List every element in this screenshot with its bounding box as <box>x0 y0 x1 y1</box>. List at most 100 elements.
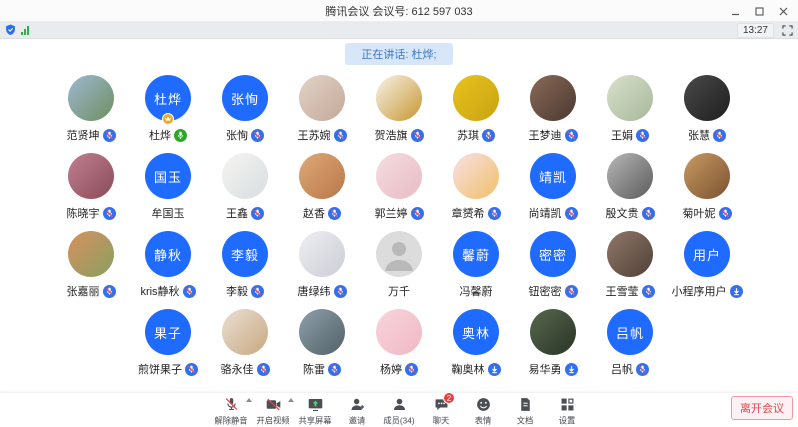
participant-tile[interactable]: 奥林 鞠奥林 <box>438 309 515 377</box>
mic-muted-icon[interactable] <box>411 207 424 220</box>
audio-disconnected-icon[interactable] <box>730 285 743 298</box>
participant-tile[interactable]: 殷文贵 <box>592 153 669 221</box>
mic-muted-icon[interactable] <box>565 129 578 142</box>
participant-tile[interactable]: 赵香 <box>284 153 361 221</box>
participant-tile[interactable]: 王雪莹 <box>592 231 669 299</box>
participant-tile[interactable]: 靖凯 尚靖凯 <box>515 153 592 221</box>
mic-muted-icon[interactable] <box>565 285 578 298</box>
participant-row: 果子 煎饼果子 骆永佳 陈雷 杨婷 奥林 <box>0 309 798 377</box>
participant-tile[interactable]: 王苏婉 <box>284 75 361 143</box>
mic-muted-icon[interactable] <box>636 129 649 142</box>
mic-muted-icon[interactable] <box>713 129 726 142</box>
mic-muted-icon[interactable] <box>183 285 196 298</box>
mic-muted-icon[interactable] <box>719 207 732 220</box>
participant-tile[interactable]: 王娟 <box>592 75 669 143</box>
participant-name: 万千 <box>388 283 410 299</box>
mic-muted-icon[interactable] <box>251 285 264 298</box>
participant-tile[interactable]: 菊叶妮 <box>669 153 746 221</box>
participant-name: 骆永佳 <box>221 361 254 377</box>
mic-muted-icon[interactable] <box>251 129 264 142</box>
participant-tile[interactable]: 贺浩旗 <box>361 75 438 143</box>
participant-tile[interactable]: 杨婷 <box>361 309 438 377</box>
participant-tile[interactable]: 章赟希 <box>438 153 515 221</box>
participant-tile[interactable]: 密密 钮密密 <box>515 231 592 299</box>
avatar <box>607 231 653 277</box>
mic-muted-icon[interactable] <box>328 207 341 220</box>
participant-tile[interactable]: 国玉 牟国玉 <box>130 153 207 221</box>
participant-tile[interactable]: 张慧 <box>669 75 746 143</box>
clock: 13:27 <box>737 23 774 38</box>
mic-muted-icon[interactable] <box>642 285 655 298</box>
audio-disconnected-icon[interactable] <box>488 363 501 376</box>
participant-tile[interactable]: 杜烨 杜烨 <box>130 75 207 143</box>
mic-active-icon[interactable] <box>174 129 187 142</box>
toolbar-chat-bubble[interactable]: 聊天 2 <box>421 394 461 426</box>
mic-muted-icon[interactable] <box>405 363 418 376</box>
toolbar-label: 解除静音 <box>214 415 247 427</box>
network-signal-icon[interactable] <box>21 26 29 35</box>
participant-tile[interactable]: 张嘉丽 <box>53 231 130 299</box>
mic-muted-icon[interactable] <box>482 129 495 142</box>
mic-muted-icon[interactable] <box>185 363 198 376</box>
participant-tile[interactable]: 王鑫 <box>207 153 284 221</box>
toolbar-members[interactable]: 成员(34) <box>379 394 419 426</box>
toolbar-share-screen[interactable]: 共享屏幕 <box>295 394 335 426</box>
avatar <box>530 309 576 355</box>
leave-meeting-button[interactable]: 离开会议 <box>731 396 793 420</box>
mic-muted-icon[interactable] <box>103 207 116 220</box>
emoji-smiley-icon <box>475 396 492 413</box>
maximize-button[interactable] <box>748 2 770 20</box>
mic-muted-icon[interactable] <box>103 129 116 142</box>
toolbar-invite-person[interactable]: 邀请 <box>337 394 377 426</box>
participant-tile[interactable]: 苏琪 <box>438 75 515 143</box>
participant-tile[interactable]: 万千 <box>361 231 438 299</box>
participant-tile[interactable]: 静秋 kris静秋 <box>130 231 207 299</box>
participant-name: 冯馨蔚 <box>460 283 493 299</box>
participant-tile[interactable]: 馨蔚 冯馨蔚 <box>438 231 515 299</box>
chevron-up-icon[interactable] <box>246 398 252 402</box>
participant-name: 贺浩旗 <box>375 127 408 143</box>
mic-muted-icon[interactable] <box>565 207 578 220</box>
participant-tile[interactable]: 陈晓宇 <box>53 153 130 221</box>
toolbar-document[interactable]: 文档 <box>505 394 545 426</box>
participant-name: 殷文贵 <box>606 205 639 221</box>
participant-tile[interactable]: 果子 煎饼果子 <box>130 309 207 377</box>
fullscreen-button[interactable] <box>782 25 793 36</box>
participant-tile[interactable]: 唐绿纬 <box>284 231 361 299</box>
participant-name: 唐绿纬 <box>298 283 331 299</box>
name-line: 煎饼果子 <box>130 361 207 377</box>
participant-tile[interactable]: 吕帆 吕帆 <box>592 309 669 377</box>
participant-tile[interactable]: 骆永佳 <box>207 309 284 377</box>
participant-tile[interactable]: 范贤坤 <box>53 75 130 143</box>
participant-tile[interactable]: 李毅 李毅 <box>207 231 284 299</box>
mic-muted-icon[interactable] <box>103 285 116 298</box>
close-button[interactable] <box>772 2 794 20</box>
mic-muted-icon[interactable] <box>642 207 655 220</box>
audio-disconnected-icon[interactable] <box>565 363 578 376</box>
toolbar-mic-off[interactable]: 解除静音 <box>211 394 251 426</box>
toolbar-label: 开启视频 <box>256 415 289 427</box>
participant-tile[interactable]: 郭兰婷 <box>361 153 438 221</box>
toolbar-emoji-smiley[interactable]: 表情 <box>463 394 503 426</box>
participant-tile[interactable]: 易华勇 <box>515 309 592 377</box>
mic-muted-icon[interactable] <box>636 363 649 376</box>
mic-muted-icon[interactable] <box>328 363 341 376</box>
minimize-button[interactable] <box>724 2 746 20</box>
toolbar-camera-off[interactable]: 开启视频 <box>253 394 293 426</box>
mic-muted-icon[interactable] <box>334 129 347 142</box>
participant-tile[interactable]: 张恂 张恂 <box>207 75 284 143</box>
participant-tile[interactable]: 用户 小程序用户 <box>669 231 746 299</box>
mic-muted-icon[interactable] <box>251 207 264 220</box>
participant-tile[interactable]: 王梦迪 <box>515 75 592 143</box>
participant-tile[interactable]: 陈雷 <box>284 309 361 377</box>
name-line: 冯馨蔚 <box>438 283 515 299</box>
participant-name: 范贤坤 <box>67 127 100 143</box>
mic-muted-icon[interactable] <box>334 285 347 298</box>
toolbar-app-grid[interactable]: 设置 <box>547 394 587 426</box>
mic-muted-icon[interactable] <box>257 363 270 376</box>
members-icon <box>391 396 408 413</box>
mic-muted-icon[interactable] <box>488 207 501 220</box>
chevron-up-icon[interactable] <box>288 398 294 402</box>
mic-muted-icon[interactable] <box>411 129 424 142</box>
security-shield-icon[interactable] <box>5 24 16 36</box>
